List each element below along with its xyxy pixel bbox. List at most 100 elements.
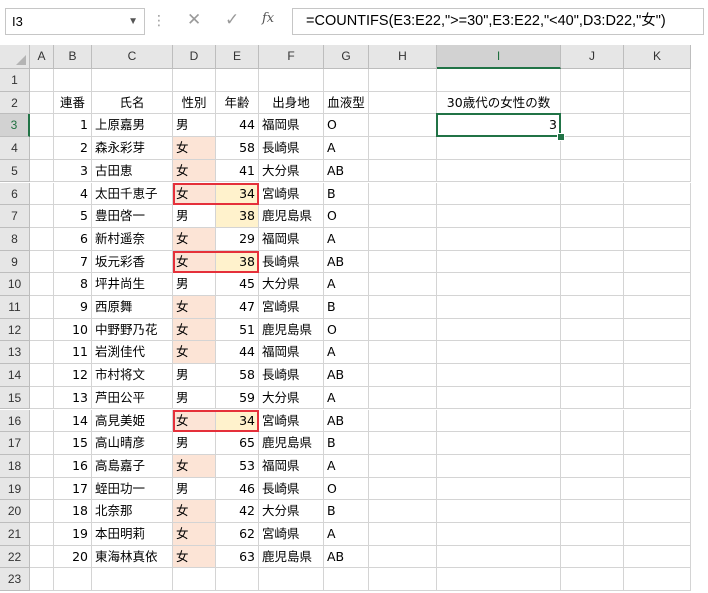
row-name[interactable]: 古田恵 (92, 159, 173, 183)
row-gender[interactable]: 女 (173, 159, 216, 183)
cell[interactable] (437, 159, 561, 183)
row-birthplace[interactable]: 鹿児島県 (259, 545, 324, 569)
cell[interactable] (30, 318, 54, 342)
fill-handle[interactable] (557, 133, 565, 142)
cell[interactable] (561, 386, 624, 410)
row-birthplace[interactable]: 福岡県 (259, 341, 324, 365)
cell[interactable] (30, 386, 54, 410)
cell[interactable] (624, 545, 691, 569)
row-gender[interactable]: 女 (173, 341, 216, 365)
column-header-h[interactable]: H (369, 45, 437, 69)
row-name[interactable]: 中野野乃花 (92, 318, 173, 342)
cell[interactable] (561, 250, 624, 274)
column-header-b[interactable]: B (54, 45, 92, 69)
cell[interactable] (54, 69, 92, 92)
row-gender[interactable]: 女 (173, 454, 216, 478)
cell[interactable] (173, 568, 216, 592)
cell[interactable] (369, 477, 437, 501)
column-header-i[interactable]: I (437, 45, 561, 69)
row-age[interactable]: 34 (216, 409, 259, 433)
row-age[interactable]: 46 (216, 477, 259, 501)
row-birthplace[interactable]: 大分県 (259, 159, 324, 183)
summary-label[interactable]: 30歳代の女性の数 (437, 91, 561, 115)
cell[interactable] (624, 273, 691, 296)
row-header-13[interactable]: 13 (0, 341, 30, 365)
fx-icon[interactable]: fx (262, 11, 274, 26)
cell[interactable] (437, 545, 561, 569)
cell[interactable] (369, 318, 437, 342)
row-name[interactable]: 豊田啓一 (92, 205, 173, 228)
row-age[interactable]: 44 (216, 114, 259, 138)
row-header-6[interactable]: 6 (0, 182, 30, 206)
cell[interactable] (92, 568, 173, 592)
cell[interactable] (624, 159, 691, 183)
cell[interactable] (437, 69, 561, 92)
cell[interactable] (624, 477, 691, 501)
row-gender[interactable]: 女 (173, 182, 216, 206)
table-header-blood[interactable]: 血液型 (324, 91, 369, 115)
row-age[interactable]: 34 (216, 182, 259, 206)
row-age[interactable]: 65 (216, 432, 259, 455)
row-number[interactable]: 13 (54, 386, 92, 410)
row-age[interactable]: 58 (216, 364, 259, 387)
row-blood-type[interactable]: A (324, 386, 369, 410)
row-gender[interactable]: 女 (173, 500, 216, 523)
row-birthplace[interactable]: 福岡県 (259, 454, 324, 478)
row-gender[interactable]: 女 (173, 227, 216, 251)
row-gender[interactable]: 女 (173, 318, 216, 342)
cell[interactable] (369, 364, 437, 387)
cell[interactable] (437, 409, 561, 433)
cell[interactable] (369, 182, 437, 206)
row-birthplace[interactable]: 長崎県 (259, 137, 324, 160)
row-number[interactable]: 8 (54, 273, 92, 296)
cell[interactable] (624, 386, 691, 410)
cell[interactable] (624, 182, 691, 206)
row-age[interactable]: 63 (216, 545, 259, 569)
row-number[interactable]: 1 (54, 114, 92, 138)
cell[interactable] (437, 227, 561, 251)
row-number[interactable]: 2 (54, 137, 92, 160)
row-name[interactable]: 岩渕佳代 (92, 341, 173, 365)
column-header-d[interactable]: D (173, 45, 216, 69)
row-header-11[interactable]: 11 (0, 296, 30, 319)
row-gender[interactable]: 女 (173, 409, 216, 433)
row-blood-type[interactable]: A (324, 227, 369, 251)
cell[interactable] (437, 454, 561, 478)
row-age[interactable]: 51 (216, 318, 259, 342)
x-icon[interactable]: ✕ (187, 10, 201, 30)
row-age[interactable]: 29 (216, 227, 259, 251)
cell[interactable] (92, 69, 173, 92)
cell[interactable] (561, 318, 624, 342)
row-blood-type[interactable]: A (324, 273, 369, 296)
row-header-4[interactable]: 4 (0, 137, 30, 160)
cell[interactable] (54, 568, 92, 592)
cell[interactable] (624, 409, 691, 433)
cell[interactable] (369, 205, 437, 228)
row-age[interactable]: 47 (216, 296, 259, 319)
cell[interactable] (30, 159, 54, 183)
row-header-17[interactable]: 17 (0, 432, 30, 455)
row-birthplace[interactable]: 宮崎県 (259, 296, 324, 319)
cell[interactable] (561, 114, 624, 138)
cell[interactable] (561, 432, 624, 455)
cell[interactable] (561, 273, 624, 296)
row-header-1[interactable]: 1 (0, 69, 30, 92)
cell[interactable] (437, 341, 561, 365)
row-header-7[interactable]: 7 (0, 205, 30, 228)
cell[interactable] (561, 341, 624, 365)
row-gender[interactable]: 女 (173, 137, 216, 160)
cell[interactable] (561, 409, 624, 433)
row-header-5[interactable]: 5 (0, 159, 30, 183)
row-blood-type[interactable]: A (324, 137, 369, 160)
cell[interactable] (624, 91, 691, 115)
row-header-9[interactable]: 9 (0, 250, 30, 274)
cell[interactable] (369, 250, 437, 274)
cell[interactable] (369, 454, 437, 478)
cell[interactable] (561, 159, 624, 183)
cell[interactable] (324, 69, 369, 92)
cell[interactable] (369, 137, 437, 160)
row-blood-type[interactable]: AB (324, 409, 369, 433)
cell[interactable] (30, 409, 54, 433)
row-name[interactable]: 坪井尚生 (92, 273, 173, 296)
row-birthplace[interactable]: 大分県 (259, 500, 324, 523)
